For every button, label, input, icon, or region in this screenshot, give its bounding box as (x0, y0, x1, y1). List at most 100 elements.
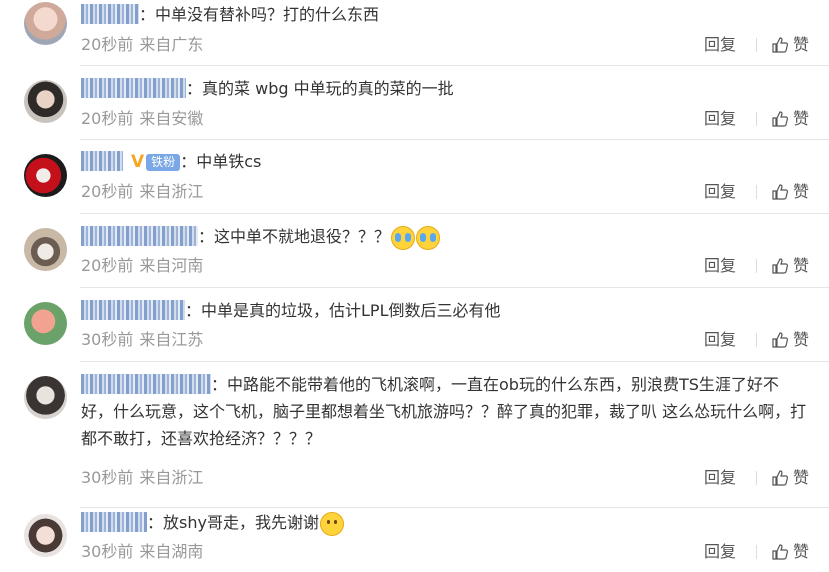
divider (755, 38, 757, 52)
username[interactable] (81, 78, 186, 98)
reply-button[interactable]: 回复 (704, 467, 736, 489)
comment-location: 来自安徽 (139, 109, 204, 128)
comment-text: 中单是真的垃圾，估计LPL倒数后三必有他 (201, 301, 501, 320)
comment-actions: 回复 赞 (704, 329, 809, 351)
colon: ： (185, 301, 202, 320)
comment-item: ：真的菜 wbg 中单玩的真的菜的一批 20秒前 来自安徽 回复 赞 (0, 66, 829, 140)
comment-time: 20秒前 (81, 256, 134, 275)
like-button[interactable]: 赞 (771, 34, 809, 56)
username[interactable] (81, 4, 139, 24)
divider (755, 259, 757, 273)
comment-text: 这中单不就地退役？？？ (214, 227, 391, 246)
username[interactable] (81, 300, 185, 320)
comment-time: 30秒前 (81, 468, 134, 487)
username[interactable] (81, 151, 123, 171)
comment-item: ：放shy哥走，我先谢谢 30秒前 来自湖南 回复 赞 (0, 508, 829, 572)
comment-body: ：这中单不就地退役？？？ (81, 223, 807, 250)
comment-location: 来自浙江 (139, 182, 204, 201)
colon: ： (147, 513, 164, 532)
like-label: 赞 (792, 35, 809, 54)
like-button[interactable]: 赞 (771, 108, 809, 130)
comment-body: ：真的菜 wbg 中单玩的真的菜的一批 (81, 75, 807, 102)
colon: ： (211, 375, 228, 394)
comment-item: V 铁粉 ：中单铁cs 20秒前 来自浙江 回复 赞 (0, 140, 829, 214)
like-button[interactable]: 赞 (771, 181, 809, 203)
smile-emoji-icon (319, 511, 344, 536)
reply-button[interactable]: 回复 (704, 108, 736, 130)
comment-actions: 回复 赞 (704, 255, 809, 277)
colon: ： (198, 227, 215, 246)
divider (755, 185, 757, 199)
thumbs-up-icon (772, 37, 789, 53)
comment-body: ：中路能不能带着他的飞机滚啊，一直在ob玩的什么东西，别浪费TS生涯了好不好，什… (81, 371, 807, 452)
comment-text: 中单没有替补吗？打的什么东西 (155, 5, 380, 24)
comment-actions: 回复 赞 (704, 467, 809, 489)
comment-item: ：中路能不能带着他的飞机滚啊，一直在ob玩的什么东西，别浪费TS生涯了好不好，什… (0, 362, 829, 508)
comment-meta: 20秒前 来自广东 (81, 34, 203, 56)
like-button[interactable]: 赞 (771, 329, 809, 351)
thumbs-up-icon (772, 111, 789, 127)
avatar[interactable] (24, 376, 67, 419)
divider (755, 333, 757, 347)
username[interactable] (81, 512, 147, 532)
divider (755, 112, 757, 126)
verified-v-icon: V (131, 152, 145, 172)
comment-body: ：放shy哥走，我先谢谢 (81, 509, 807, 536)
comment-location: 来自江苏 (139, 330, 204, 349)
thumbs-up-icon (772, 332, 789, 348)
fan-badge: 铁粉 (146, 154, 181, 171)
like-label: 赞 (792, 109, 809, 128)
colon: ： (180, 152, 197, 171)
comment-text: 真的菜 wbg 中单玩的真的菜的一批 (202, 79, 454, 98)
colon: ： (186, 79, 203, 98)
avatar[interactable] (24, 2, 67, 45)
comment-meta: 20秒前 来自安徽 (81, 108, 203, 130)
thumbs-up-icon (772, 544, 789, 560)
reply-button[interactable]: 回复 (704, 181, 736, 203)
comment-actions: 回复 赞 (704, 108, 809, 130)
comment-actions: 回复 赞 (704, 34, 809, 56)
like-button[interactable]: 赞 (771, 467, 809, 489)
avatar[interactable] (24, 302, 67, 345)
like-button[interactable]: 赞 (771, 255, 809, 277)
comment-location: 来自湖南 (139, 542, 204, 561)
comment-meta: 20秒前 来自河南 (81, 255, 203, 277)
avatar[interactable] (24, 514, 67, 557)
comment-location: 来自浙江 (139, 468, 204, 487)
like-label: 赞 (792, 256, 809, 275)
comment-meta: 20秒前 来自浙江 (81, 181, 203, 203)
thumbs-up-icon (772, 258, 789, 274)
username[interactable] (81, 374, 211, 394)
colon: ： (139, 5, 156, 24)
divider (755, 471, 757, 485)
comment-body: V 铁粉 ：中单铁cs (81, 148, 807, 176)
crying-emoji-icon (391, 225, 416, 250)
comment-location: 来自河南 (139, 256, 204, 275)
thumbs-up-icon (772, 184, 789, 200)
comment-meta: 30秒前 来自浙江 (81, 467, 203, 489)
reply-button[interactable]: 回复 (704, 329, 736, 351)
avatar[interactable] (24, 228, 67, 271)
comment-time: 20秒前 (81, 35, 134, 54)
comment-time: 20秒前 (81, 182, 134, 201)
avatar[interactable] (24, 80, 67, 123)
like-label: 赞 (792, 182, 809, 201)
comment-item: ：中单没有替补吗？打的什么东西 20秒前 来自广东 回复 赞 (0, 0, 829, 66)
comment-body: ：中单是真的垃圾，估计LPL倒数后三必有他 (81, 297, 807, 324)
comment-time: 30秒前 (81, 542, 134, 561)
comment-text: 放shy哥走，我先谢谢 (163, 513, 319, 532)
comment-item: ：中单是真的垃圾，估计LPL倒数后三必有他 30秒前 来自江苏 回复 赞 (0, 288, 829, 362)
reply-button[interactable]: 回复 (704, 34, 736, 56)
comment-body: ：中单没有替补吗？打的什么东西 (81, 1, 807, 28)
avatar[interactable] (24, 154, 67, 197)
crying-emoji-icon (416, 225, 441, 250)
comment-item: ：这中单不就地退役？？？ 20秒前 来自河南 回复 赞 (0, 214, 829, 288)
reply-button[interactable]: 回复 (704, 255, 736, 277)
comment-time: 20秒前 (81, 109, 134, 128)
comment-text: 中单铁cs (196, 152, 262, 171)
like-label: 赞 (792, 542, 809, 561)
comment-time: 30秒前 (81, 330, 134, 349)
reply-button[interactable]: 回复 (704, 541, 736, 563)
like-button[interactable]: 赞 (771, 541, 809, 563)
username[interactable] (81, 226, 198, 246)
